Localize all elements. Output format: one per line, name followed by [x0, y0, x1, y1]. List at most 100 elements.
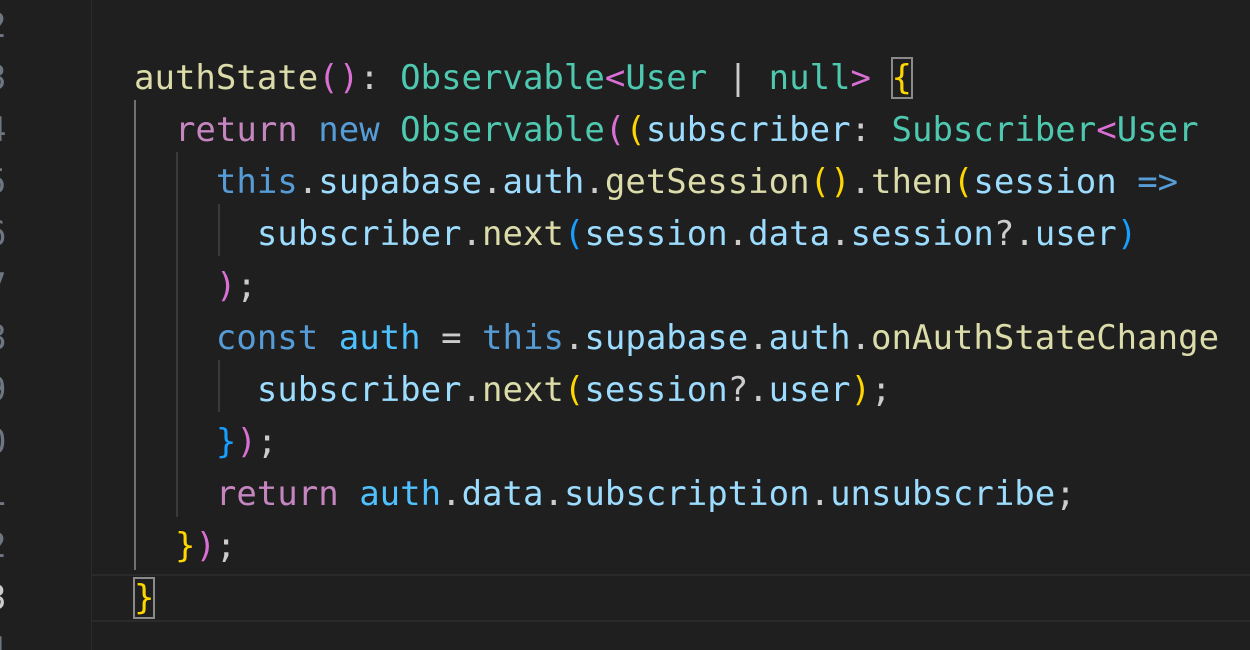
- code-token: onAuthStateChange: [871, 318, 1220, 358]
- code-token: supabase: [584, 318, 749, 358]
- line-number: 5: [0, 156, 26, 208]
- code-token: next: [482, 370, 564, 410]
- code-token: this: [482, 318, 564, 358]
- code-token: (: [952, 162, 974, 202]
- code-token: }: [132, 577, 156, 619]
- code-token: (): [809, 162, 851, 202]
- code-token: <: [604, 58, 626, 98]
- code-token: :: [850, 110, 892, 150]
- code-token: ;: [215, 526, 237, 566]
- code-line[interactable]: this.supabase.auth.getSession().then(ses…: [134, 156, 1178, 208]
- code-line[interactable]: authState(): Observable<User | null> {: [134, 52, 914, 104]
- code-token: .: [543, 474, 564, 514]
- code-token: .: [297, 162, 319, 202]
- code-token: (: [563, 214, 585, 254]
- code-token: getSession: [604, 162, 810, 202]
- code-token: {: [890, 57, 914, 99]
- code-token: =: [420, 318, 483, 358]
- code-token: .: [461, 370, 483, 410]
- code-token: ): [850, 370, 872, 410]
- code-token: Subscriber: [891, 110, 1097, 150]
- code-token: auth: [768, 318, 851, 358]
- code-token: return: [215, 474, 339, 514]
- code-token: ): [236, 422, 257, 462]
- code-token: ;: [1055, 474, 1076, 514]
- code-token: .: [809, 474, 831, 514]
- code-token: .: [461, 214, 483, 254]
- code-token: .: [850, 318, 872, 358]
- code-token: null: [768, 58, 851, 98]
- code-line[interactable]: return new Observable((subscriber: Subsc…: [134, 104, 1199, 156]
- code-token: unsubscribe: [830, 474, 1056, 514]
- code-line[interactable]: return auth.data.subscription.unsubscrib…: [134, 468, 1076, 520]
- code-token: (): [318, 58, 360, 98]
- code-token: =>: [1137, 162, 1179, 202]
- code-token: :: [359, 58, 401, 98]
- code-token: return: [174, 110, 298, 150]
- code-token: auth: [359, 474, 442, 514]
- gutter-divider: [91, 0, 92, 650]
- code-token: User: [1116, 110, 1199, 150]
- code-token: session: [850, 214, 994, 254]
- code-token: .: [850, 162, 872, 202]
- code-token: subscription: [563, 474, 810, 514]
- code-line[interactable]: subscriber.next(session?.user);: [134, 364, 892, 416]
- code-token: User: [625, 58, 708, 98]
- code-token: ): [215, 266, 237, 306]
- code-token: new: [318, 110, 380, 150]
- code-token: ;: [256, 422, 278, 462]
- code-token: Observable: [400, 58, 605, 98]
- line-number: 4: [0, 624, 26, 650]
- code-token: .: [482, 162, 503, 202]
- code-token: authState: [134, 58, 319, 98]
- code-token: user: [1034, 214, 1117, 254]
- code-token: .: [748, 318, 769, 358]
- line-number: 3: [0, 572, 26, 624]
- code-token: next: [482, 214, 564, 254]
- code-token: user: [768, 370, 851, 410]
- line-number: 0: [0, 416, 26, 468]
- code-line[interactable]: }: [132, 572, 156, 624]
- code-token: >: [850, 58, 872, 98]
- code-line[interactable]: );: [134, 260, 257, 312]
- code-line[interactable]: });: [134, 416, 277, 468]
- line-number: 1: [0, 468, 26, 520]
- code-token: }: [215, 422, 237, 462]
- code-token: data: [461, 474, 544, 514]
- code-token: session: [584, 214, 728, 254]
- code-token: then: [871, 162, 953, 202]
- code-editor[interactable]: 2345678901234 authState(): Observable<Us…: [0, 0, 1250, 650]
- code-line[interactable]: });: [134, 520, 236, 572]
- line-number-gutter: 2345678901234: [0, 0, 90, 650]
- code-token: (: [604, 110, 626, 150]
- code-token: ): [195, 526, 216, 566]
- line-number: 4: [0, 104, 26, 156]
- code-line[interactable]: subscriber.next(session.data.session?.us…: [134, 208, 1137, 260]
- code-token: (: [625, 110, 646, 150]
- code-token: .: [441, 474, 462, 514]
- line-number: 7: [0, 260, 26, 312]
- code-token: session: [973, 162, 1117, 202]
- code-line[interactable]: const auth = this.supabase.auth.onAuthSt…: [134, 312, 1219, 364]
- code-token: ): [1116, 214, 1138, 254]
- code-token: .: [727, 214, 749, 254]
- code-token: ;: [871, 370, 892, 410]
- line-number: 2: [0, 520, 26, 572]
- line-number: 2: [0, 0, 26, 52]
- code-token: |: [707, 58, 769, 98]
- line-number: 3: [0, 52, 26, 104]
- code-token: ?.: [993, 214, 1035, 254]
- code-token: subscriber: [256, 370, 462, 410]
